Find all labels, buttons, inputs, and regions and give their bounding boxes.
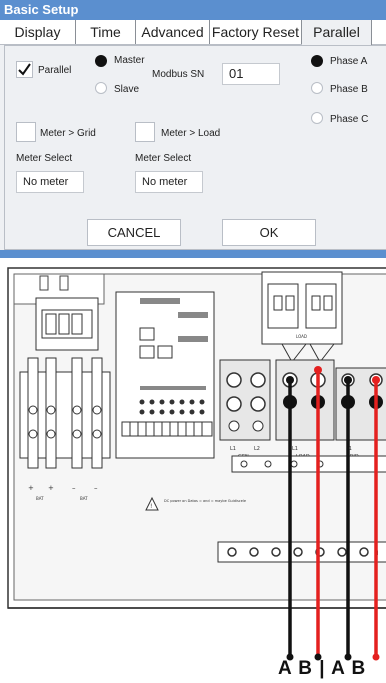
basic-setup-dialog: Basic Setup Display Time Advanced Factor… [0,0,386,258]
slave-label: Slave [114,84,140,95]
screw-rail [231,455,386,473]
meter-select-1[interactable]: No meter [16,171,84,193]
tab-parallel[interactable]: Parallel [302,20,372,45]
bat-label-1: BAT [36,496,44,501]
meter-select-label-1: Meter Select [16,153,73,164]
svg-text:L1: L1 [292,446,298,452]
parallel-label: Parallel [38,65,72,76]
phase-a-label: Phase A [330,56,368,67]
slave-radio[interactable] [95,82,107,94]
svg-text:+: + [28,484,34,492]
warning-text: DC power on Datas = and = maybe Guidisce… [164,499,246,503]
checkmark-icon [18,63,31,76]
phase-c-radio[interactable] [311,112,323,124]
svg-text:–: – [94,484,98,492]
tab-display[interactable]: Display [0,20,76,44]
dialog-title: Basic Setup [0,0,386,20]
tab-time[interactable]: Time [76,20,136,44]
svg-text:L2: L2 [254,446,260,452]
tab-bar: Display Time Advanced Factory Reset Para… [0,20,386,45]
meter-grid-label: Meter > Grid [40,128,96,139]
modbus-sn-input[interactable]: 01 [222,63,280,85]
svg-text:L1: L1 [230,446,236,452]
meter-load-label: Meter > Load [161,128,221,139]
phase-c-label: Phase C [330,114,369,125]
wire-caption: A B | A B [278,658,367,679]
meter-grid-checkbox[interactable] [16,122,36,142]
meter-select-2[interactable]: No meter [135,171,203,193]
tab-overflow[interactable] [372,20,386,44]
ok-button[interactable]: OK [222,219,316,246]
neutral-bar: N [217,541,386,563]
master-radio[interactable] [95,55,107,67]
svg-text:–: – [72,484,76,492]
svg-text:!: ! [150,503,152,510]
parallel-checkbox[interactable] [16,61,33,78]
tab-advanced[interactable]: Advanced [136,20,210,44]
svg-text:+: + [48,484,54,492]
master-label: Master [114,55,145,66]
load-breaker-label: LOAD [296,334,307,339]
meter-load-checkbox[interactable] [135,122,155,142]
cancel-button[interactable]: CANCEL [87,219,181,246]
inverter-wiring-diagram: + + – – BAT BAT ! DC power on Datas = an… [7,267,386,661]
tab-factory-reset[interactable]: Factory Reset [210,20,302,44]
phase-b-radio[interactable] [311,82,323,94]
bat-label-2: BAT [80,496,88,501]
phase-b-label: Phase B [330,84,368,95]
meter-select-label-2: Meter Select [135,153,192,164]
modbus-label: Modbus SN [152,69,205,80]
phase-a-radio[interactable] [311,55,323,67]
dialog-bottom-bar [0,250,386,258]
